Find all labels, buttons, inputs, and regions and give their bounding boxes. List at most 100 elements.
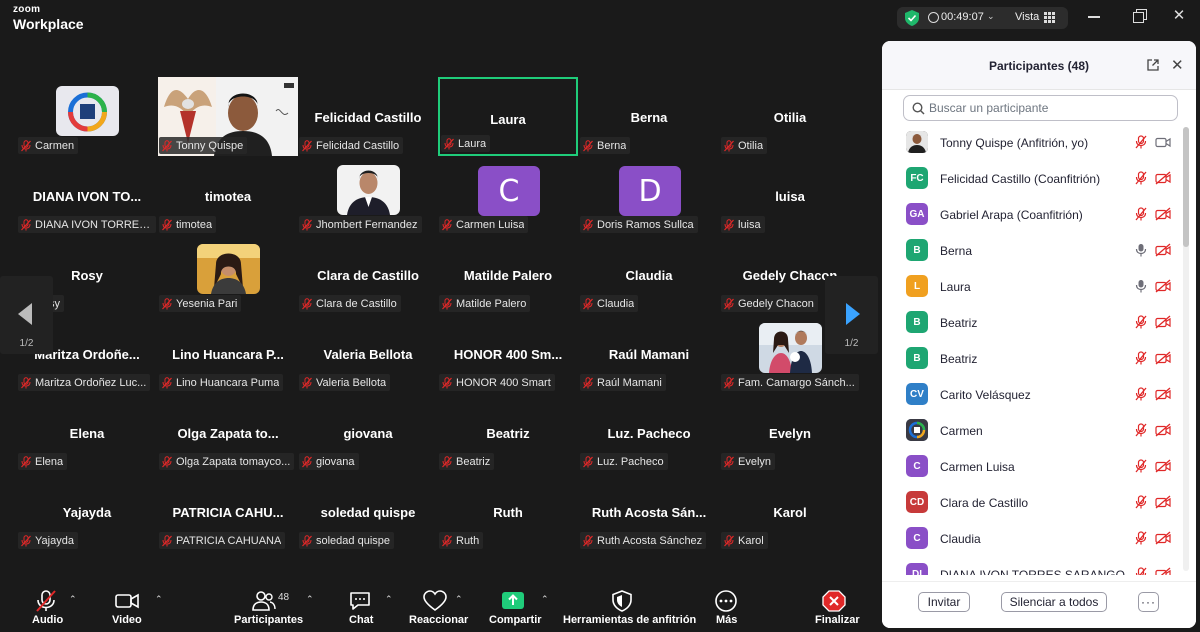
participant-tile[interactable]: Beatriz Beatriz	[438, 393, 578, 472]
participant-tile[interactable]: Otilia Otilia	[720, 77, 860, 156]
participant-tile[interactable]: Olga Zapata to... Olga Zapata tomayco...	[158, 393, 298, 472]
participant-tile[interactable]: Raúl Mamani Raúl Mamani	[579, 314, 719, 393]
participant-tile[interactable]: Yajayda Yajayda	[17, 472, 157, 551]
grid-view-icon[interactable]	[1044, 12, 1055, 23]
muted-mic-icon[interactable]	[1134, 459, 1148, 473]
search-input[interactable]	[929, 101, 1159, 115]
participant-tile[interactable]: DIANA IVON TO... DIANA IVON TORRES...	[17, 156, 157, 235]
participant-tile[interactable]: Valeria Bellota Valeria Bellota	[298, 314, 438, 393]
video-off-icon[interactable]	[1155, 567, 1171, 575]
chat-button[interactable]: Chat ⌃	[346, 580, 396, 632]
video-off-icon[interactable]	[1155, 459, 1171, 473]
participant-tile[interactable]: Evelyn Evelyn	[720, 393, 860, 472]
react-button[interactable]: Reaccionar ⌃	[408, 580, 468, 632]
video-off-icon[interactable]	[1155, 495, 1171, 509]
participant-row[interactable]: CD Clara de Castillo	[882, 487, 1182, 523]
more-button[interactable]: Más	[712, 580, 742, 632]
participant-tile[interactable]: Elena Elena	[17, 393, 157, 472]
scrollbar-thumb[interactable]	[1183, 127, 1189, 247]
mic-icon[interactable]	[1134, 243, 1148, 257]
view-button[interactable]: Vista	[1015, 11, 1039, 23]
end-meeting-button[interactable]: Finalizar	[814, 580, 862, 632]
video-off-icon[interactable]	[1155, 387, 1171, 401]
more-options-button[interactable]: ···	[1138, 592, 1159, 612]
muted-mic-icon[interactable]	[1134, 567, 1148, 575]
muted-mic-icon[interactable]	[1134, 135, 1148, 149]
participant-tile[interactable]: Luz. Pacheco Luz. Pacheco	[579, 393, 719, 472]
muted-mic-icon[interactable]	[1134, 495, 1148, 509]
participant-row[interactable]: FC Felicidad Castillo (Coanfitrión)	[882, 163, 1182, 199]
participants-button[interactable]: 48 Participantes ⌃	[232, 580, 322, 632]
close-panel-icon[interactable]: ✕	[1171, 56, 1184, 74]
participant-tile[interactable]: timotea timotea	[158, 156, 298, 235]
participant-search[interactable]	[903, 95, 1178, 121]
audio-options-chevron-icon[interactable]: ⌃	[69, 594, 77, 605]
participant-tile[interactable]: luisa luisa	[720, 156, 860, 235]
participant-tile[interactable]: Karol Karol	[720, 472, 860, 551]
window-restore-button[interactable]	[1133, 9, 1147, 23]
chat-options-chevron-icon[interactable]: ⌃	[385, 594, 393, 605]
video-off-icon[interactable]	[1155, 423, 1171, 437]
participant-row[interactable]: Tonny Quispe (Anfitrión, yo)	[882, 127, 1182, 163]
participant-row[interactable]: DI DIANA IVON TORRES SARANGO	[882, 559, 1182, 575]
participant-tile[interactable]: Laura Laura	[438, 77, 578, 156]
participant-tile[interactable]: Ruth Ruth	[438, 472, 578, 551]
chevron-down-icon[interactable]: ⌄	[987, 11, 995, 22]
video-button[interactable]: Video ⌃	[110, 580, 170, 632]
participant-tile[interactable]: HONOR 400 Sm... HONOR 400 Smart	[438, 314, 578, 393]
participant-tile[interactable]: Lino Huancara P... Lino Huancara Puma	[158, 314, 298, 393]
muted-mic-icon[interactable]	[1134, 315, 1148, 329]
participant-row[interactable]: C Carmen Luisa	[882, 451, 1182, 487]
participant-tile[interactable]: Claudia Claudia	[579, 235, 719, 314]
gallery-next-button[interactable]: 1/2	[825, 276, 878, 354]
participant-tile[interactable]: Matilde Palero Matilde Palero	[438, 235, 578, 314]
participant-row[interactable]: GA Gabriel Arapa (Coanfitrión)	[882, 199, 1182, 235]
participant-tile[interactable]: Tonny Quispe	[158, 77, 298, 156]
participant-row[interactable]: B Berna	[882, 235, 1182, 271]
participant-tile[interactable]: Yesenia Pari	[158, 235, 298, 314]
participant-tile[interactable]: Carmen	[17, 77, 157, 156]
share-screen-button[interactable]: Compartir ⌃	[488, 580, 550, 632]
video-off-icon[interactable]	[1155, 243, 1171, 257]
muted-mic-icon[interactable]	[1134, 423, 1148, 437]
participant-tile[interactable]: D Doris Ramos Sullca	[579, 156, 719, 235]
participant-tile[interactable]: Clara de Castillo Clara de Castillo	[298, 235, 438, 314]
participant-row[interactable]: CV Carito Velásquez	[882, 379, 1182, 415]
muted-mic-icon[interactable]	[1134, 171, 1148, 185]
participant-row[interactable]: C Claudia	[882, 523, 1182, 559]
mute-all-button[interactable]: Silenciar a todos	[1001, 592, 1107, 612]
participant-tile[interactable]: giovana giovana	[298, 393, 438, 472]
video-off-icon[interactable]	[1155, 531, 1171, 545]
gallery-prev-button[interactable]: 1/2	[0, 276, 53, 354]
window-minimize-button[interactable]	[1087, 9, 1101, 23]
audio-button[interactable]: Audio ⌃	[30, 580, 90, 632]
participant-tile[interactable]: Ruth Acosta Sán... Ruth Acosta Sánchez	[579, 472, 719, 551]
share-options-chevron-icon[interactable]: ⌃	[541, 594, 549, 605]
muted-mic-icon[interactable]	[1134, 387, 1148, 401]
meeting-info-pill[interactable]: 00:49:07 ⌄ Vista	[897, 7, 1068, 29]
participant-tile[interactable]: C Carmen Luisa	[438, 156, 578, 235]
participant-row[interactable]: Carmen	[882, 415, 1182, 451]
react-options-chevron-icon[interactable]: ⌃	[455, 594, 463, 605]
participant-tile[interactable]: PATRICIA CAHU... PATRICIA CAHUANA	[158, 472, 298, 551]
popout-icon[interactable]	[1147, 59, 1159, 71]
participant-list-scrollbar[interactable]	[1183, 127, 1189, 571]
participant-tile[interactable]: Felicidad Castillo Felicidad Castillo	[298, 77, 438, 156]
muted-mic-icon[interactable]	[1134, 531, 1148, 545]
security-shield-icon[interactable]	[905, 10, 919, 26]
mic-icon[interactable]	[1134, 279, 1148, 293]
muted-mic-icon[interactable]	[1134, 351, 1148, 365]
participant-tile[interactable]: Jhombert Fernandez	[298, 156, 438, 235]
participant-row[interactable]: B Beatriz	[882, 307, 1182, 343]
video-off-icon[interactable]	[1155, 279, 1171, 293]
participant-row[interactable]: B Beatriz	[882, 343, 1182, 379]
window-close-button[interactable]: ✕	[1172, 8, 1186, 23]
participant-row[interactable]: L Laura	[882, 271, 1182, 307]
participants-options-chevron-icon[interactable]: ⌃	[306, 594, 314, 605]
video-off-icon[interactable]	[1155, 207, 1171, 221]
video-camera-icon[interactable]	[1155, 135, 1171, 149]
muted-mic-icon[interactable]	[1134, 207, 1148, 221]
video-off-icon[interactable]	[1155, 351, 1171, 365]
participant-tile[interactable]: soledad quispe soledad quispe	[298, 472, 438, 551]
video-options-chevron-icon[interactable]: ⌃	[155, 594, 163, 605]
